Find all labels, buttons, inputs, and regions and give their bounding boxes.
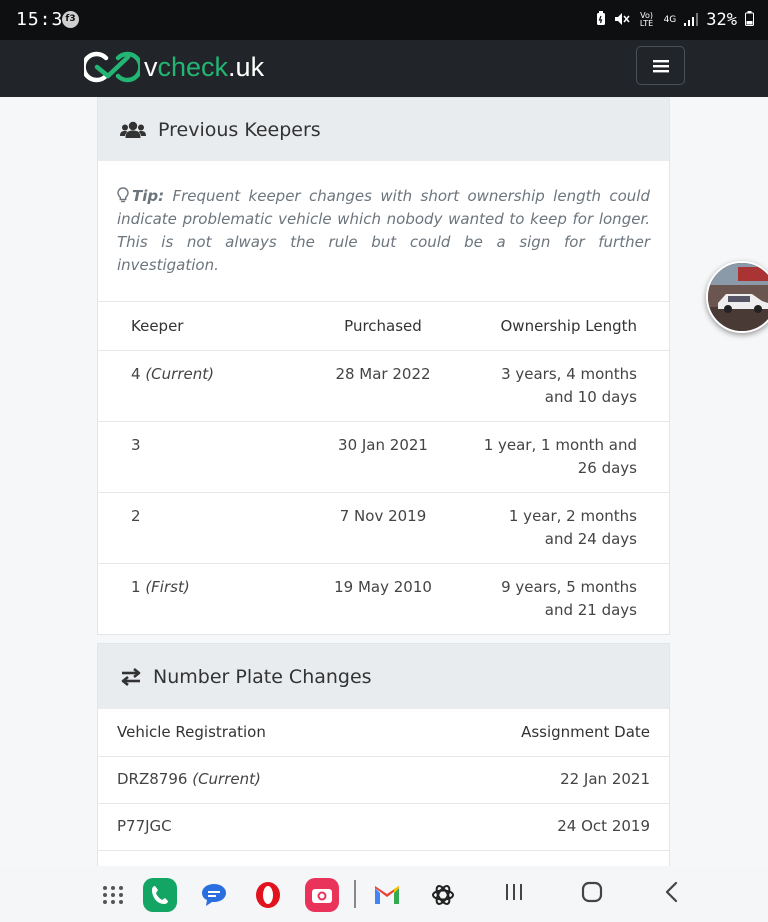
tip-box: Tip: Frequent keeper changes with short …: [98, 161, 669, 302]
chatgpt-icon: [432, 885, 454, 905]
messages-app-button[interactable]: [197, 878, 231, 912]
bottom-navigation-bar: [0, 866, 768, 922]
gmail-app-button[interactable]: [370, 878, 404, 912]
floating-chat-bubble[interactable]: [706, 261, 768, 333]
camera-icon: [312, 889, 332, 903]
home-button[interactable]: [578, 878, 606, 906]
status-bar: 15:36 f3 Vo) LTE 4G 32%: [0, 0, 768, 40]
check-logo-icon: [84, 51, 140, 83]
keeper-cell: 4 (Current): [98, 350, 288, 422]
previous-keepers-title: Previous Keepers: [158, 118, 321, 141]
keepers-header-row: Keeper Purchased Ownership Length: [98, 302, 669, 351]
4g-indicator: 4G: [663, 15, 677, 25]
column-header-ownership-length: Ownership Length: [478, 302, 669, 351]
purchased-cell: 7 Nov 2019: [288, 492, 478, 564]
assignment-date-cell: 24 Oct 2019: [401, 803, 669, 851]
lightbulb-icon: [117, 187, 129, 203]
battery-saver-icon: [596, 11, 606, 29]
plates-table: Vehicle Registration Assignment Date DRZ…: [98, 709, 669, 851]
number-plate-changes-card: Number Plate Changes Vehicle Registratio…: [97, 643, 670, 873]
plates-header-row: Vehicle Registration Assignment Date: [98, 709, 669, 757]
ownership-length-cell: 1 year, 2 months and 24 days: [478, 492, 669, 564]
purchased-cell: 30 Jan 2021: [288, 421, 478, 493]
phone-app-button[interactable]: [143, 878, 177, 912]
back-icon: [665, 881, 678, 903]
app-drawer-button[interactable]: [96, 878, 130, 912]
app-drawer-icon: [103, 886, 123, 904]
home-icon: [581, 881, 603, 903]
dock-divider: [354, 880, 356, 908]
signal-icon: [684, 12, 699, 29]
column-header-assignment-date: Assignment Date: [401, 709, 669, 757]
previous-keepers-header: Previous Keepers: [98, 98, 669, 161]
table-row: 3 30 Jan 2021 1 year, 1 month and 26 days: [98, 421, 669, 493]
recents-button[interactable]: [500, 878, 528, 906]
status-icons: Vo) LTE 4G 32%: [596, 10, 754, 30]
keeper-cell: 1 (First): [131, 577, 190, 596]
purchased-cell: 28 Mar 2022: [288, 350, 478, 422]
previous-keepers-card: Previous Keepers Tip: Frequent keeper ch…: [97, 97, 670, 635]
navbar: vcheck.uk: [0, 40, 768, 97]
table-row: 2 7 Nov 2019 1 year, 2 months and 24 days: [98, 492, 669, 564]
column-header-keeper: Keeper: [98, 302, 288, 351]
battery-icon: [745, 11, 754, 29]
column-header-vehicle-registration: Vehicle Registration: [98, 709, 402, 757]
brand-name: vcheck.uk: [144, 51, 265, 82]
messages-icon: [202, 884, 226, 906]
menu-toggle-button[interactable]: [636, 46, 685, 85]
users-icon: [120, 121, 146, 138]
assignment-date-cell: 22 Jan 2021: [401, 756, 669, 804]
camera-app-button[interactable]: [305, 878, 339, 912]
mute-icon: [614, 12, 630, 29]
purchased-cell: 19 May 2010: [334, 577, 432, 596]
keepers-table: Keeper Purchased Ownership Length 4 (Cur…: [98, 302, 669, 634]
lte-indicator: Vo) LTE: [639, 11, 654, 28]
exchange-arrows-icon: [121, 667, 141, 686]
table-row: P77JGC 24 Oct 2019: [98, 803, 669, 851]
number-plate-changes-header: Number Plate Changes: [98, 644, 669, 709]
phone-icon: [152, 886, 168, 904]
table-row: DRZ8796 (Current) 22 Jan 2021: [98, 756, 669, 804]
table-row: 1 (First) 19 May 2010 9 years, 5 months a…: [98, 563, 669, 634]
keeper-cell: 2: [98, 492, 288, 564]
number-plate-changes-title: Number Plate Changes: [153, 665, 372, 688]
back-button[interactable]: [658, 878, 686, 906]
ownership-length-cell: 9 years, 5 months and 21 days: [501, 577, 637, 619]
opera-app-button[interactable]: [251, 878, 285, 912]
battery-percent: 32%: [706, 10, 737, 30]
registration-cell: DRZ8796 (Current): [98, 756, 402, 804]
keeper-cell: 3: [98, 421, 288, 493]
brand-logo[interactable]: vcheck.uk: [84, 50, 264, 84]
gmail-icon: [375, 886, 399, 904]
table-row: 4 (Current) 28 Mar 2022 3 years, 4 month…: [98, 350, 669, 422]
ownership-length-cell: 1 year, 1 month and 26 days: [478, 421, 669, 493]
chatgpt-app-button[interactable]: [426, 878, 460, 912]
column-header-purchased: Purchased: [288, 302, 478, 351]
tip-label: Tip:: [132, 187, 165, 205]
car-photo-icon: [708, 263, 768, 331]
registration-cell: P77JGC: [98, 803, 402, 851]
notification-badge: f3: [62, 11, 79, 28]
hamburger-menu-icon: [652, 59, 669, 72]
ownership-length-cell: 3 years, 4 months and 10 days: [478, 350, 669, 422]
recents-icon: [506, 884, 522, 900]
opera-icon: [256, 882, 280, 908]
tip-text: Frequent keeper changes with short owner…: [117, 187, 650, 274]
